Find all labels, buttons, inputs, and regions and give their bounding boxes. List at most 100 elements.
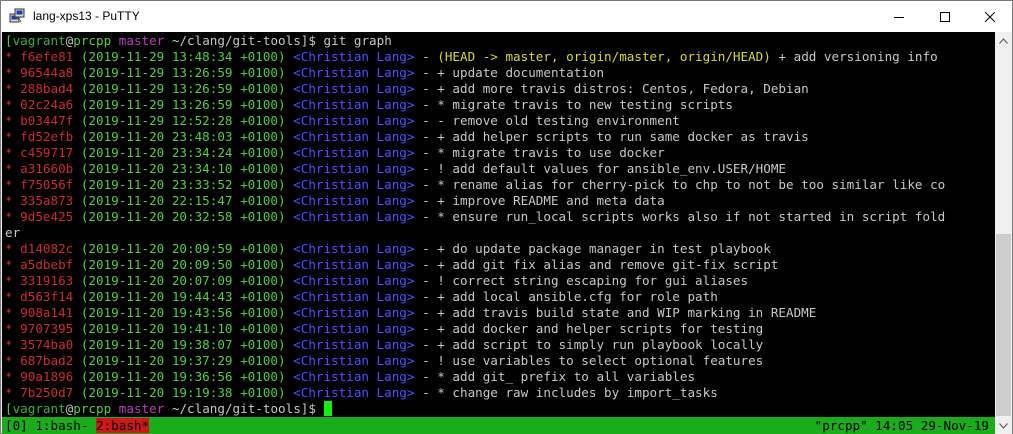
commit-line: * c459717 (2019-11-20 23:34:24 +0100) <C…: [5, 145, 665, 160]
graph-marker: *: [5, 209, 21, 224]
prompt-user: vagrant: [12, 33, 66, 48]
commit-refs: (HEAD -> master, origin/master, origin/H…: [437, 49, 771, 64]
commit-hash: 9707395: [20, 321, 74, 336]
commit-author: <Christian Lang>: [293, 273, 415, 288]
graph-marker: *: [5, 49, 21, 64]
terminal-area[interactable]: [vagrant@prcpp master ~/clang/git-tools]…: [2, 32, 995, 434]
title-bar[interactable]: lang-xps13 - PuTTY: [1, 1, 1012, 32]
terminal-cursor: [323, 401, 332, 416]
commit-author: <Christian Lang>: [293, 369, 415, 384]
graph-marker: *: [5, 193, 21, 208]
commit-line: * 7b250d7 (2019-11-20 19:19:38 +0100) <C…: [5, 385, 718, 400]
commit-line: * 687bad2 (2019-11-20 19:37:29 +0100) <C…: [5, 353, 764, 368]
commit-line: * 96544a8 (2019-11-29 13:26:59 +0100) <C…: [5, 65, 605, 80]
commit-message: * migrate travis to new testing scripts: [437, 97, 733, 112]
graph-marker: *: [5, 113, 21, 128]
commit-date: (2019-11-20 19:36:56 +0100): [80, 369, 286, 384]
commit-hash: 687bad2: [20, 353, 74, 368]
commit-line: * 3574ba0 (2019-11-20 19:38:07 +0100) <C…: [5, 337, 764, 352]
close-button[interactable]: [967, 1, 1013, 32]
commit-hash: 02c24a6: [20, 97, 74, 112]
commit-author: <Christian Lang>: [293, 193, 415, 208]
commit-author: <Christian Lang>: [293, 65, 415, 80]
scroll-up-button[interactable]: [995, 32, 1012, 49]
commit-author: <Christian Lang>: [293, 257, 415, 272]
commit-author: <Christian Lang>: [293, 305, 415, 320]
commit-message: * add git_ prefix to all variables: [437, 369, 696, 384]
commit-date: (2019-11-20 20:09:50 +0100): [80, 257, 286, 272]
graph-marker: *: [5, 289, 21, 304]
commit-date: (2019-11-20 23:34:10 +0100): [80, 161, 286, 176]
commit-author: <Christian Lang>: [293, 209, 415, 224]
maximize-button[interactable]: [922, 1, 968, 32]
commit-line: * a5dbebf (2019-11-20 20:09:50 +0100) <C…: [5, 257, 779, 272]
commit-line: * 9d5e425 (2019-11-20 20:32:58 +0100) <C…: [5, 209, 946, 224]
commit-hash: 9d5e425: [20, 209, 74, 224]
commit-date: (2019-11-20 19:19:38 +0100): [80, 385, 286, 400]
commit-author: <Christian Lang>: [293, 177, 415, 192]
prompt-host: prcpp: [73, 33, 112, 48]
commit-date: (2019-11-20 19:38:07 +0100): [80, 337, 286, 352]
tmux-status-bar: [0] 1:bash- 2:bash* "prcpp" 14:05 29-Nov…: [2, 417, 995, 434]
commit-line: * d14082c (2019-11-20 20:09:59 +0100) <C…: [5, 241, 771, 256]
commit-hash: f6efe81: [20, 49, 74, 64]
prompt-line-current[interactable]: [vagrant@prcpp master ~/clang/git-tools]…: [5, 401, 995, 417]
scrollbar-thumb[interactable]: [996, 234, 1011, 416]
graph-marker: *: [5, 161, 21, 176]
tmux-window-1[interactable]: 1:bash-: [28, 418, 88, 433]
graph-marker: *: [5, 241, 21, 256]
commit-date: (2019-11-29 12:52:28 +0100): [80, 113, 286, 128]
commit-log: * f6efe81 (2019-11-29 13:48:34 +0100) <C…: [5, 49, 995, 401]
commit-hash: 908a141: [20, 305, 74, 320]
tmux-session: [0]: [5, 418, 28, 433]
commit-message: ! use variables to select optional featu…: [437, 353, 764, 368]
graph-marker: *: [5, 145, 21, 160]
prompt-path: ~/clang/git-tools]$: [171, 33, 316, 48]
tmux-window-2-active[interactable]: 2:bash*: [96, 418, 150, 433]
commit-hash: 96544a8: [20, 65, 74, 80]
commit-message: * change raw includes by import_tasks: [437, 385, 718, 400]
commit-date: (2019-11-20 19:43:56 +0100): [80, 305, 286, 320]
commit-date: (2019-11-29 13:48:34 +0100): [80, 49, 286, 64]
commit-date: (2019-11-20 23:33:52 +0100): [80, 177, 286, 192]
commit-message: * migrate travis to use docker: [437, 145, 665, 160]
commit-date: (2019-11-29 13:26:59 +0100): [80, 81, 286, 96]
minimize-button[interactable]: [876, 1, 922, 32]
commit-message: + add more travis distros: Centos, Fedor…: [437, 81, 809, 96]
commit-message: + add local ansible.cfg for role path: [437, 289, 718, 304]
commit-date: (2019-11-20 23:34:24 +0100): [80, 145, 286, 160]
commit-hash: 3574ba0: [20, 337, 74, 352]
commit-message: + add versioning info: [770, 49, 938, 64]
commit-hash: 90a1896: [20, 369, 74, 384]
graph-marker: *: [5, 353, 21, 368]
commit-hash: fd52efb: [20, 129, 74, 144]
commit-date: (2019-11-29 13:26:59 +0100): [80, 97, 286, 112]
commit-author: <Christian Lang>: [293, 353, 415, 368]
commit-author: <Christian Lang>: [293, 289, 415, 304]
commit-date: (2019-11-20 23:48:03 +0100): [80, 129, 286, 144]
commit-message: ! correct string escaping for gui aliase…: [437, 273, 749, 288]
prompt-command: git graph: [323, 33, 392, 48]
commit-message-wrap: er: [5, 225, 21, 240]
commit-hash: 288bad4: [20, 81, 74, 96]
commit-author: <Christian Lang>: [293, 145, 415, 160]
commit-message: + add travis build state and WIP marking…: [437, 305, 817, 320]
commit-hash: 335a873: [20, 193, 74, 208]
graph-marker: *: [5, 97, 21, 112]
putty-app-icon[interactable]: [9, 8, 25, 24]
graph-marker: *: [5, 177, 21, 192]
close-icon: [985, 11, 995, 22]
commit-message: - remove old testing environment: [437, 113, 680, 128]
scroll-down-button[interactable]: [995, 417, 1012, 434]
graph-marker: *: [5, 257, 21, 272]
putty-window: lang-xps13 - PuTTY [vagrant@prcpp master…: [0, 0, 1013, 434]
commit-line: * 335a873 (2019-11-20 22:15:47 +0100) <C…: [5, 193, 665, 208]
commit-hash: 7b250d7: [20, 385, 74, 400]
commit-message: + add git fix alias and remove git-fix s…: [437, 257, 779, 272]
commit-line: * 9707395 (2019-11-20 19:41:10 +0100) <C…: [5, 321, 764, 336]
commit-hash: f75056f: [20, 177, 74, 192]
graph-marker: *: [5, 321, 21, 336]
vertical-scrollbar[interactable]: [995, 32, 1012, 434]
commit-line: * 02c24a6 (2019-11-29 13:26:59 +0100) <C…: [5, 97, 733, 112]
commit-author: <Christian Lang>: [293, 385, 415, 400]
